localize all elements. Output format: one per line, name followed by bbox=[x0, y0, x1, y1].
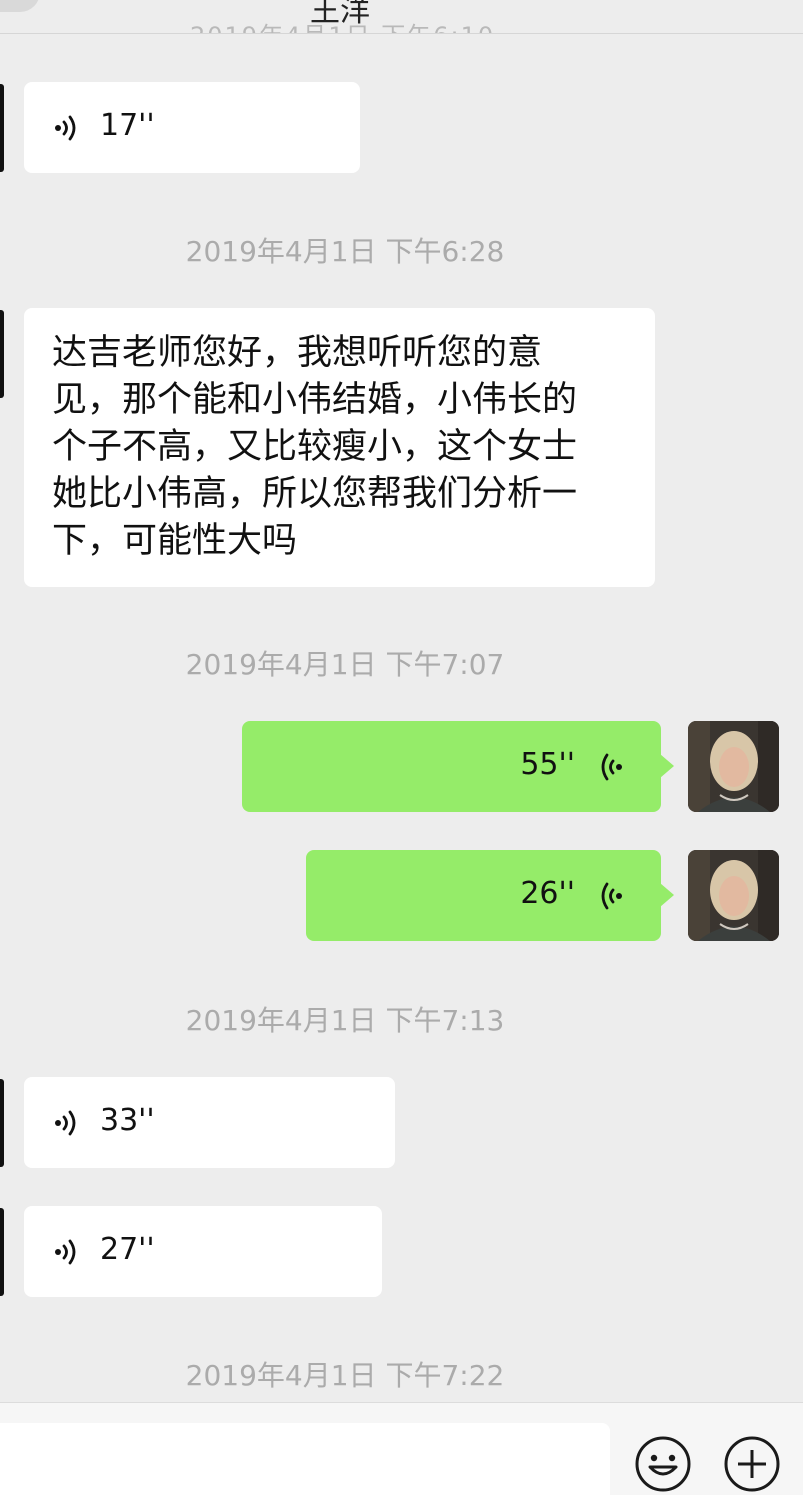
user-avatar[interactable] bbox=[688, 721, 779, 812]
voice-duration: 55'' bbox=[520, 747, 575, 782]
voice-wave-icon bbox=[55, 1239, 76, 1265]
voice-duration: 26'' bbox=[520, 876, 575, 911]
emoji-icon[interactable] bbox=[634, 1435, 692, 1493]
message-input[interactable] bbox=[0, 1423, 610, 1495]
message-text-line: 她比小伟高，所以您帮我们分析一 bbox=[52, 474, 578, 514]
voice-duration: 17'' bbox=[100, 108, 155, 143]
incoming-text-message[interactable]: 达吉老师您好，我想听听您的意 见，那个能和小伟结婚，小伟长的 个子不高，又比较瘦… bbox=[24, 308, 655, 587]
message-timestamp: 2019年4月1日 下午7:07 bbox=[185, 648, 505, 681]
message-timestamp: 2019年4月1日 下午7:13 bbox=[185, 1004, 505, 1037]
sender-avatar-partial[interactable] bbox=[0, 310, 4, 398]
chat-input-bar bbox=[0, 1402, 803, 1495]
avatar-portrait-image bbox=[688, 850, 779, 941]
voice-duration: 33'' bbox=[100, 1103, 155, 1138]
voice-wave-icon bbox=[601, 882, 622, 910]
plus-icon[interactable] bbox=[723, 1435, 781, 1493]
avatar-portrait-image bbox=[688, 721, 779, 812]
message-timestamp: 2019年4月1日 下午7:22 bbox=[185, 1359, 505, 1392]
voice-wave-icon bbox=[601, 753, 622, 781]
message-timestamp: 2019年4月1日 下午6:28 bbox=[185, 235, 505, 268]
message-text-line: 个子不高，又比较瘦小，这个女士 bbox=[52, 427, 578, 467]
outgoing-voice-message[interactable]: 55'' bbox=[242, 721, 674, 812]
message-text-line: 下，可能性大吗 bbox=[52, 521, 298, 561]
voice-duration: 27'' bbox=[100, 1232, 155, 1267]
timestamp-partial: 2019年4月1日 下午6:10 bbox=[190, 16, 495, 33]
back-button[interactable] bbox=[0, 0, 40, 12]
voice-wave-icon bbox=[55, 1110, 76, 1136]
outgoing-voice-message[interactable]: 26'' bbox=[306, 850, 674, 941]
message-text-line: 达吉老师您好，我想听听您的意 bbox=[52, 333, 543, 373]
sender-avatar-partial[interactable] bbox=[0, 1208, 4, 1296]
incoming-voice-message[interactable]: 33'' bbox=[24, 1077, 395, 1168]
user-avatar[interactable] bbox=[688, 850, 779, 941]
voice-wave-icon bbox=[55, 115, 76, 141]
message-text-line: 见，那个能和小伟结婚，小伟长的 bbox=[52, 380, 578, 420]
top-navigation-bar: 王洋 2019年4月1日 下午6:10 bbox=[0, 0, 803, 34]
incoming-voice-message[interactable]: 17'' bbox=[24, 82, 360, 173]
sender-avatar-partial[interactable] bbox=[0, 84, 4, 172]
sender-avatar-partial[interactable] bbox=[0, 1079, 4, 1167]
incoming-voice-message[interactable]: 27'' bbox=[24, 1206, 382, 1297]
